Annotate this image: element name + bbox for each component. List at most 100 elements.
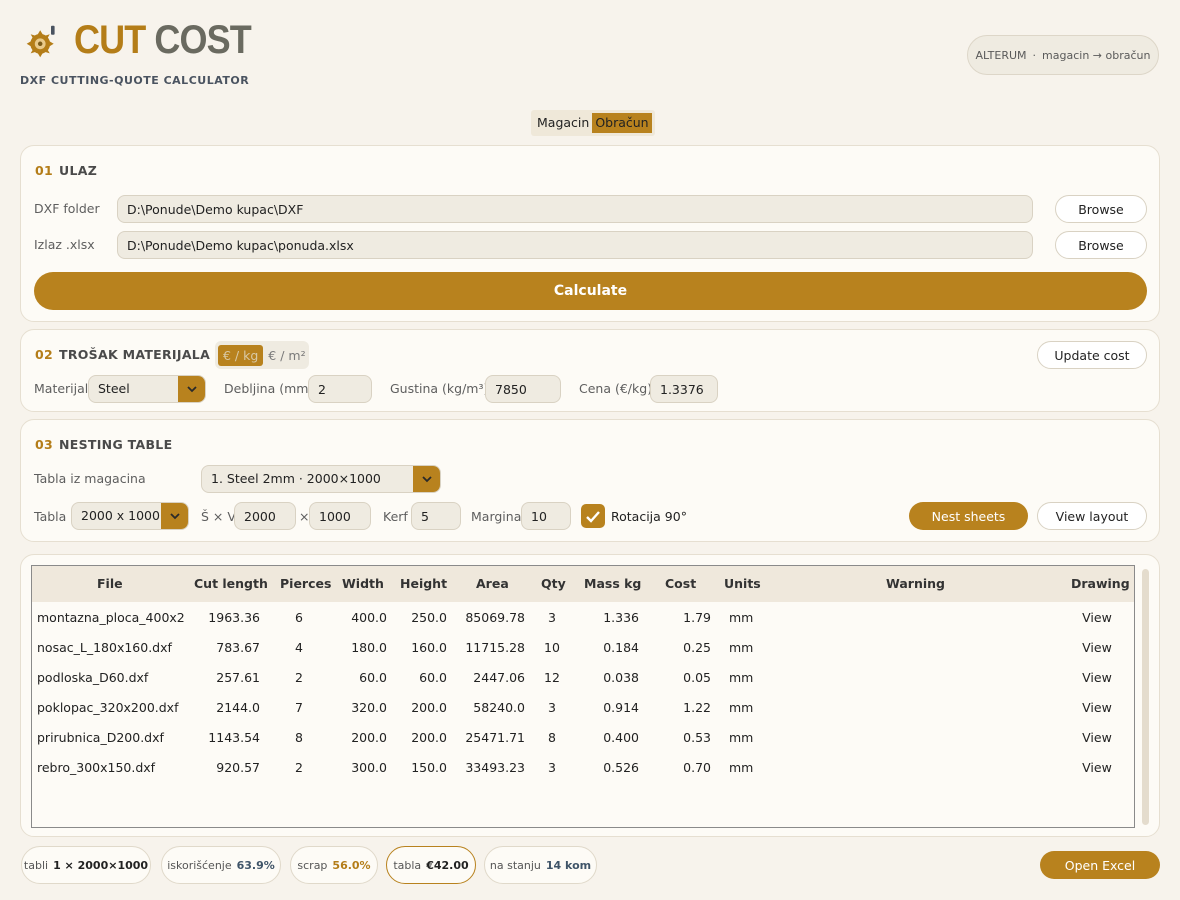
margin-input[interactable]: 10 [521,502,571,530]
open-excel-button[interactable]: Open Excel [1040,851,1160,879]
table-scrollbar[interactable] [1142,569,1149,825]
cell-cost: 0.53 [683,730,711,745]
sheets-count-value: 1 × 2000×1000 [53,858,149,872]
kerf-label: Kerf [383,509,408,524]
sheet-size-select[interactable]: 2000 x 1000 [71,502,189,530]
col-units[interactable]: Units [724,576,761,591]
cell-drawing-view[interactable]: View [1072,610,1122,625]
col-qty[interactable]: Qty [541,576,566,591]
thickness-input[interactable]: 2 [308,375,372,403]
kerf-input[interactable]: 5 [411,502,461,530]
table-row[interactable]: podloska_D60.dxf 257.61 2 60.0 60.0 2447.06 12… [32,662,1134,692]
dxf-folder-input[interactable]: D:\Ponude\Demo kupac\DXF [117,195,1033,223]
cell-area: 58240.0 [473,700,525,715]
cell-drawing-view[interactable]: View [1072,670,1122,685]
brand-label: ALTERUM [975,48,1027,62]
utilization-label: iskorišćenje [167,858,232,872]
unit-per-kg[interactable]: € / kg [218,344,264,366]
col-width[interactable]: Width [342,576,384,591]
sheet-price-value: €42.00 [426,858,469,872]
cell-file: rebro_300x150.dxf [37,760,156,775]
app-title: CUT COST [74,18,252,62]
unit-per-m2[interactable]: € / m² [263,345,310,366]
stock-sheet-select[interactable]: 1. Steel 2mm · 2000×1000 [201,465,441,493]
col-mass[interactable]: Mass kg [584,576,641,591]
section-title: TROŠAK MATERIJALA [59,347,211,362]
col-warning[interactable]: Warning [886,576,945,591]
cell-drawing-view[interactable]: View [1072,640,1122,655]
col-file[interactable]: File [97,576,123,591]
pill-separator: · [1032,48,1037,62]
output-xlsx-input[interactable]: D:\Ponude\Demo kupac\ponuda.xlsx [117,231,1033,259]
col-drawing[interactable]: Drawing [1071,576,1130,591]
cell-file: podloska_D60.dxf [37,670,149,685]
col-cut-length[interactable]: Cut length [194,576,268,591]
table-row[interactable]: montazna_ploca_400x250 1963.36 6 400.0 250.0… [32,602,1134,632]
browse-dxf-button[interactable]: Browse [1055,195,1147,223]
browse-xlsx-button[interactable]: Browse [1055,231,1147,259]
margin-label: Margina [471,509,522,524]
tab-magacin[interactable]: Magacin [534,113,592,133]
cell-width: 200.0 [351,730,387,745]
cell-cost: 0.05 [683,670,711,685]
col-height[interactable]: Height [400,576,447,591]
cell-units: mm [729,760,754,775]
cell-cost: 0.70 [683,760,711,775]
cell-qty: 12 [544,670,560,685]
col-cost[interactable]: Cost [665,576,696,591]
cell-mass: 0.914 [603,700,639,715]
app-title-cut: CUT [74,18,146,62]
cell-mass: 0.184 [603,640,639,655]
table-row[interactable]: poklopac_320x200.dxf 2144.0 7 320.0 200.0 582… [32,692,1134,722]
sheet-height-input[interactable]: 1000 [309,502,371,530]
cell-file: nosac_L_180x160.dxf [37,640,172,655]
workflow-label: magacin → obračun [1042,48,1151,62]
view-layout-button[interactable]: View layout [1037,502,1147,530]
table-row[interactable]: prirubnica_D200.dxf 1143.54 8 200.0 200.0 254… [32,722,1134,752]
cell-units: mm [729,670,754,685]
density-input[interactable]: 7850 [485,375,561,403]
material-select[interactable]: Steel [88,375,206,403]
output-xlsx-label: Izlaz .xlsx [34,237,95,252]
cell-width: 400.0 [351,610,387,625]
cell-area: 33493.23 [465,760,525,775]
table-header: File Cut length Pierces Width Height Are… [32,566,1134,602]
cell-qty: 3 [548,700,556,715]
sheet-price-label: tabla [393,858,422,872]
cell-width: 60.0 [359,670,387,685]
cell-file: poklopac_320x200.dxf [37,700,179,715]
cell-drawing-view[interactable]: View [1072,760,1122,775]
cell-qty: 3 [548,610,556,625]
chevron-down-icon [161,503,188,529]
cell-units: mm [729,640,754,655]
nest-sheets-button[interactable]: Nest sheets [909,502,1028,530]
sheet-width-input[interactable]: 2000 [234,502,296,530]
sheets-count-label: tabli [23,858,49,872]
cell-mass: 0.400 [603,730,639,745]
thickness-label: Debljina (mm) [224,381,314,396]
scrap-label: scrap [297,858,328,872]
in-stock-value: 14 kom [545,858,592,872]
col-pierces[interactable]: Pierces [280,576,331,591]
material-label: Materijal [34,381,89,396]
table-row[interactable]: nosac_L_180x160.dxf 783.67 4 180.0 160.0 1171… [32,632,1134,662]
table-row[interactable]: rebro_300x150.dxf 920.57 2 300.0 150.0 33493.… [32,752,1134,782]
tab-obracun[interactable]: Obračun [592,113,652,133]
cell-drawing-view[interactable]: View [1072,730,1122,745]
checkmark-icon [586,510,600,523]
cell-drawing-view[interactable]: View [1072,700,1122,715]
cell-height: 200.0 [411,730,447,745]
scrap-chip: scrap 56.0% [290,846,378,884]
col-area[interactable]: Area [476,576,509,591]
cell-width: 180.0 [351,640,387,655]
price-input[interactable]: 1.3376 [650,375,718,403]
sheets-count-chip: tabli 1 × 2000×1000 [21,846,151,884]
cell-height: 150.0 [411,760,447,775]
cell-cut-length: 257.61 [216,670,260,685]
update-cost-button[interactable]: Update cost [1037,341,1147,369]
cell-area: 11715.28 [465,640,525,655]
cell-pierces: 4 [295,640,303,655]
rotation-checkbox[interactable] [581,504,605,528]
chevron-down-icon [178,376,205,402]
calculate-button[interactable]: Calculate [34,272,1147,310]
